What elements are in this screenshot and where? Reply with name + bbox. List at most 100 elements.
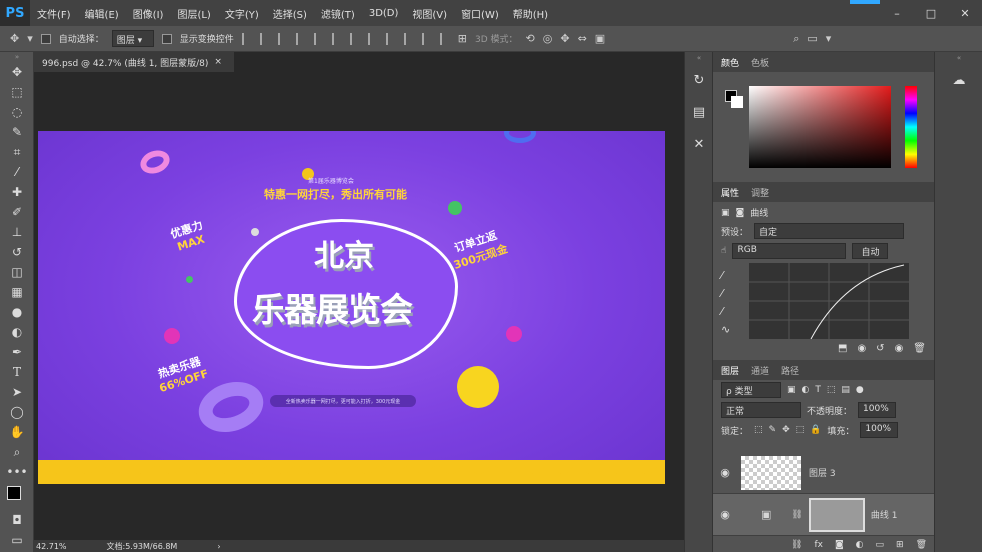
move-tool-icon[interactable]: ✥ (0, 62, 34, 82)
maximize-icon[interactable]: □ (914, 0, 948, 26)
add-mask-icon[interactable]: ◙ (835, 540, 844, 550)
zoom-tool-icon[interactable]: ⌕ (0, 442, 34, 462)
libraries-icon[interactable]: ☁ (935, 64, 982, 96)
align-hcenter-icon[interactable] (259, 32, 270, 45)
black-point-eyedropper-icon[interactable]: ⁄ (721, 267, 733, 285)
fx-icon[interactable]: fx (814, 540, 823, 550)
history-brush-tool-icon[interactable]: ↺ (0, 242, 34, 262)
visibility-icon[interactable]: ◉ (895, 343, 904, 354)
hand-tool-icon[interactable]: ✋ (0, 422, 34, 442)
layer-filter-dropdown[interactable]: ρ 类型 (721, 382, 781, 398)
view-previous-icon[interactable]: ◉ (857, 343, 866, 354)
blend-mode-dropdown[interactable]: 正常 (721, 402, 801, 418)
link-icon[interactable]: ⛓ (791, 510, 802, 520)
crop-tool-icon[interactable]: ⌗ (0, 142, 34, 162)
chevron-down-icon[interactable]: ▾ (826, 32, 832, 45)
3d-rotate-icon[interactable]: ⟲ (526, 32, 535, 45)
collapse-icon[interactable]: « (685, 52, 713, 64)
reset-icon[interactable]: ↺ (876, 343, 884, 354)
distribute-bottom-icon[interactable] (385, 32, 396, 45)
clone-stamp-tool-icon[interactable]: ⊥ (0, 222, 34, 242)
layer-name[interactable]: 曲线 1 (871, 508, 898, 521)
align-right-icon[interactable] (277, 32, 288, 45)
layer-row-3[interactable]: ◉ 图层 3 (713, 452, 935, 494)
lock-all-icon[interactable]: 🔒 (810, 425, 821, 435)
align-top-icon[interactable] (295, 32, 306, 45)
preset-dropdown[interactable]: 自定 (754, 223, 905, 239)
trash-icon[interactable]: 🗑 (913, 343, 926, 354)
menu-edit[interactable]: 编辑(E) (78, 6, 126, 21)
color-spectrum[interactable] (749, 86, 891, 168)
menu-file[interactable]: 文件(F) (30, 6, 78, 21)
tab-adjustments[interactable]: 调整 (751, 186, 769, 199)
tab-swatches[interactable]: 色板 (751, 56, 769, 69)
type-tool-icon[interactable]: T (0, 362, 34, 382)
filter-smart-icon[interactable]: ▤ (841, 385, 850, 395)
menu-image[interactable]: 图像(I) (126, 6, 171, 21)
minimize-icon[interactable]: – (880, 0, 914, 26)
tab-color[interactable]: 颜色 (721, 56, 739, 69)
color-swatches[interactable] (0, 482, 34, 510)
more-tools-icon[interactable]: ••• (0, 462, 34, 482)
layer-select-dropdown[interactable]: 图层 ▾ (111, 30, 154, 47)
white-point-eyedropper-icon[interactable]: ⁄ (721, 303, 733, 321)
new-adjustment-icon[interactable]: ◐ (856, 540, 864, 550)
menu-type[interactable]: 文字(Y) (218, 6, 266, 21)
healing-brush-tool-icon[interactable]: ✚ (0, 182, 34, 202)
eyedropper-tool-icon[interactable]: ⁄ (0, 162, 34, 182)
foreground-color[interactable] (7, 486, 21, 500)
tab-layers[interactable]: 图层 (721, 364, 739, 377)
align-bottom-icon[interactable] (331, 32, 342, 45)
distribute-left-icon[interactable] (403, 32, 414, 45)
menu-filter[interactable]: 滤镜(T) (314, 6, 362, 21)
opacity-field[interactable]: 100% (858, 402, 897, 418)
actions-panel-icon[interactable]: ▤ (685, 96, 713, 128)
new-layer-icon[interactable]: ⊞ (896, 540, 904, 550)
delete-layer-icon[interactable]: 🗑 (916, 540, 927, 550)
3d-roll-icon[interactable]: ◎ (543, 32, 553, 45)
brush-tool-icon[interactable]: ✐ (0, 202, 34, 222)
chevron-right-icon[interactable]: › (217, 542, 220, 551)
align-left-icon[interactable] (241, 32, 252, 45)
filter-type-icon[interactable]: T (815, 385, 821, 395)
distribute-vcenter-icon[interactable] (367, 32, 378, 45)
tools-preset-icon[interactable]: ✕ (685, 128, 713, 160)
lock-artboard-icon[interactable]: ⬚ (796, 425, 805, 435)
new-group-icon[interactable]: ▭ (876, 540, 885, 550)
chevron-down-icon[interactable]: ▾ (27, 32, 33, 45)
zoom-level[interactable]: 42.71% (36, 542, 67, 551)
dodge-tool-icon[interactable]: ◐ (0, 322, 34, 342)
visibility-eye-icon[interactable]: ◉ (713, 508, 737, 521)
channel-dropdown[interactable]: RGB (732, 243, 847, 259)
hand-adjust-icon[interactable]: ☝ (721, 246, 726, 256)
lock-position-icon[interactable]: ✥ (782, 425, 790, 435)
layer-mask-thumbnail[interactable] (808, 497, 865, 532)
menu-help[interactable]: 帮助(H) (506, 6, 555, 21)
canvas-artwork[interactable]: 第1届乐器博览会 特惠一网打尽，秀出所有可能 北京 乐器展览会 优惠力 MAX … (38, 131, 665, 484)
lock-paint-icon[interactable]: ✎ (769, 425, 777, 435)
collapse-icon[interactable]: « (935, 52, 982, 64)
tab-properties[interactable]: 属性 (721, 186, 739, 199)
auto-align-icon[interactable]: ⊞ (458, 32, 467, 45)
workspace-icon[interactable]: ▭ (807, 32, 817, 45)
distribute-hcenter-icon[interactable] (421, 32, 432, 45)
hue-slider[interactable] (905, 86, 917, 168)
mask-icon[interactable]: ◙ (736, 208, 745, 218)
pen-tool-icon[interactable]: ✒ (0, 342, 34, 362)
curve-edit-icon[interactable]: ∿ (721, 321, 733, 339)
filter-shape-icon[interactable]: ⬚ (827, 385, 836, 395)
3d-slide-icon[interactable]: ⇔ (578, 32, 587, 45)
quick-select-tool-icon[interactable]: ✎ (0, 122, 34, 142)
menu-select[interactable]: 选择(S) (266, 6, 314, 21)
collapse-icon[interactable]: » (0, 52, 34, 62)
menu-window[interactable]: 窗口(W) (454, 6, 506, 21)
filter-adjust-icon[interactable]: ◐ (802, 385, 810, 395)
auto-select-checkbox[interactable] (40, 33, 51, 44)
show-transform-checkbox[interactable] (161, 33, 172, 44)
move-tool-icon[interactable]: ✥ (10, 32, 19, 45)
gray-point-eyedropper-icon[interactable]: ⁄ (721, 285, 733, 303)
link-layers-icon[interactable]: ⛓ (791, 540, 802, 550)
visibility-eye-icon[interactable]: ◉ (713, 466, 737, 479)
marquee-tool-icon[interactable]: ⬚ (0, 82, 34, 102)
distribute-right-icon[interactable] (439, 32, 450, 45)
